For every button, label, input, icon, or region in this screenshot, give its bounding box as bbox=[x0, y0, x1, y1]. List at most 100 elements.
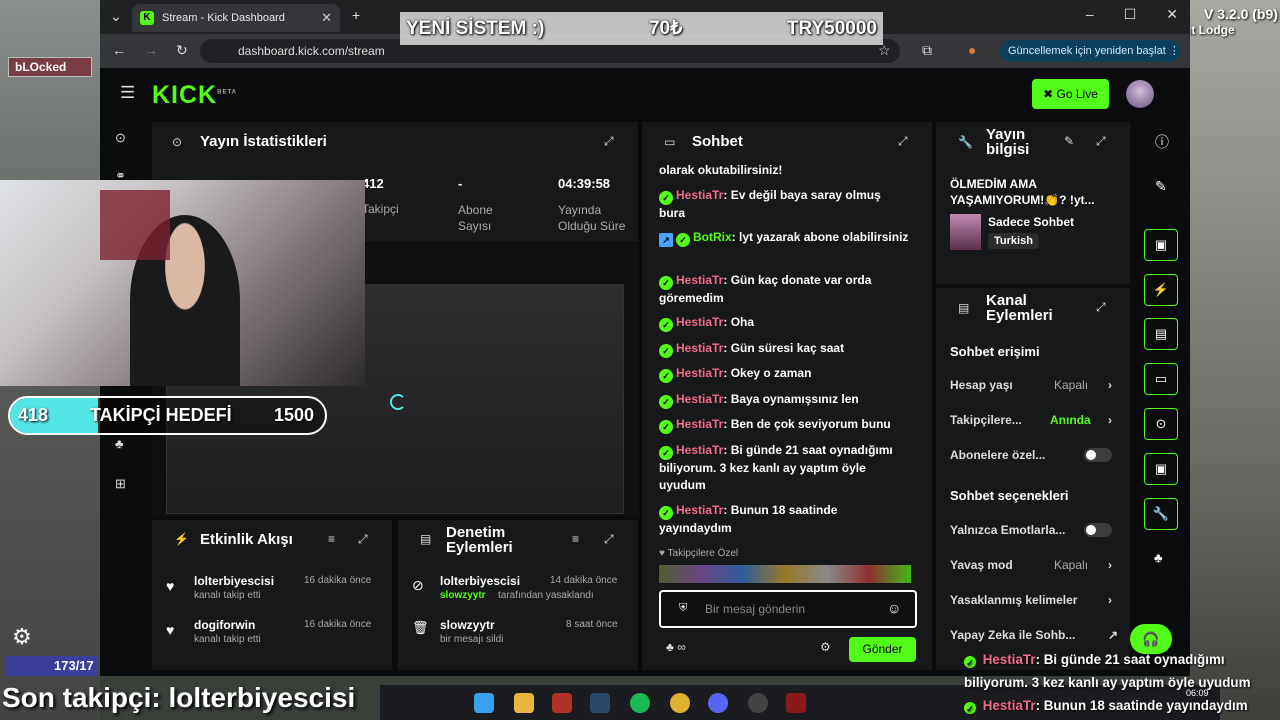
rail-bolt-button[interactable]: ⚡ bbox=[1144, 274, 1178, 306]
heart-icon: ♥ bbox=[166, 578, 175, 594]
menu-icon[interactable]: ☰ bbox=[120, 83, 135, 103]
chat-access-heading: Sohbet erişimi bbox=[950, 344, 1040, 359]
reload-icon[interactable]: ↻ bbox=[176, 42, 188, 59]
setting-row-banned-words[interactable]: Yasaklanmış kelimeler › bbox=[950, 593, 1115, 607]
setting-row-slow-mode[interactable]: Yavaş mod Kapalı › bbox=[950, 558, 1115, 572]
chat-input[interactable]: ⛨ Bir mesaj gönderin ☺ bbox=[659, 590, 917, 628]
extensions-icon[interactable]: ⧉ bbox=[922, 42, 932, 59]
close-tab-icon[interactable]: ✕ bbox=[321, 10, 332, 26]
chat-message: ↗ ✓ BotRix: lyt yazarak abone olabilirsini… bbox=[659, 229, 909, 247]
bottom-chat-overlay: ✓ HestiaTr: Bi günde 21 saat oynadığımı … bbox=[964, 648, 1270, 717]
info-icon[interactable]: ⓘ bbox=[1155, 132, 1169, 152]
rail-stats-button[interactable]: ⊙ bbox=[1144, 408, 1178, 440]
minimize-icon[interactable]: – bbox=[1086, 6, 1094, 23]
trash-icon: 🗑 bbox=[412, 620, 429, 635]
setting-row-account-age[interactable]: Hesap yaşı Kapalı › bbox=[950, 378, 1115, 392]
moderation-title: Denetim Eylemleri bbox=[446, 524, 513, 556]
stream-title-text: ÖLMEDİM AMA YAŞAMIYORUM!👏? !yt... bbox=[950, 177, 1095, 207]
close-window-icon[interactable]: ✕ bbox=[1166, 6, 1178, 23]
expand-activity-icon[interactable]: ⤢ bbox=[358, 532, 368, 547]
windows-start-icon[interactable] bbox=[474, 693, 494, 713]
rail-moderation-button[interactable]: ▤ bbox=[1144, 318, 1178, 350]
edit-info-icon[interactable]: ✎ bbox=[1064, 134, 1074, 148]
extension-fox-icon[interactable]: ● bbox=[968, 42, 976, 58]
setting-row-followers[interactable]: Takipçilere... Anında › bbox=[950, 413, 1115, 427]
goal-target: 1500 bbox=[274, 405, 315, 425]
maximize-icon[interactable]: ☐ bbox=[1124, 6, 1137, 23]
moderation-time: 14 dakika önce bbox=[550, 575, 618, 586]
send-button[interactable]: Gönder bbox=[849, 637, 916, 662]
stream-icon[interactable]: ⊙ bbox=[115, 130, 126, 146]
emote-strip[interactable] bbox=[659, 565, 911, 583]
loading-spinner-icon bbox=[390, 394, 406, 410]
ban-icon: ⊘ bbox=[412, 577, 424, 593]
update-button[interactable]: Güncellemek için yeniden başlat ⋮ bbox=[1000, 40, 1180, 62]
moderation-time: 8 saat önce bbox=[566, 619, 618, 630]
setting-row-ai-chat[interactable]: Yapay Zeka ile Sohb... ↗ bbox=[950, 628, 1118, 642]
emoji-icon[interactable]: ☺ bbox=[887, 600, 901, 616]
edit-icon[interactable]: ✎ bbox=[1155, 178, 1167, 195]
chrome-icon[interactable] bbox=[670, 693, 690, 713]
expand-stats-icon[interactable]: ⤢ bbox=[604, 134, 614, 149]
category-name[interactable]: Sadece Sohbet bbox=[988, 215, 1074, 229]
expand-chat-icon[interactable]: ⤢ bbox=[898, 134, 908, 149]
chat-message: ✓ HestiaTr: Okey o zaman bbox=[659, 365, 909, 383]
chat-settings-icon[interactable]: ⚙ bbox=[820, 640, 831, 654]
verified-badge-icon: ✓ bbox=[659, 344, 673, 358]
rail-stream-button[interactable]: ▣ bbox=[1144, 229, 1178, 261]
activity-filter-icon[interactable]: ≡ bbox=[328, 532, 335, 546]
subs-only-toggle[interactable] bbox=[1084, 448, 1112, 462]
tab-title: Stream - Kick Dashboard bbox=[162, 12, 285, 24]
app-red-icon[interactable] bbox=[786, 693, 806, 713]
donation-banner: YENİ SİSTEM :) 70₺ TRY50000 bbox=[400, 12, 883, 45]
activity-bolt-icon: ⚡ bbox=[174, 532, 189, 546]
user-avatar[interactable] bbox=[1126, 80, 1154, 108]
verified-badge-icon: ✓ bbox=[659, 446, 673, 460]
chat-title: Sohbet bbox=[692, 133, 743, 150]
forward-icon[interactable]: → bbox=[144, 42, 158, 58]
verified-badge-icon: ✓ bbox=[964, 702, 976, 714]
stream-info-title: Yayın bilgisi bbox=[986, 126, 1030, 158]
expand-moderation-icon[interactable]: ⤢ bbox=[604, 532, 614, 547]
verified-badge-icon: ✓ bbox=[676, 233, 690, 247]
verified-badge-icon: ✓ bbox=[659, 276, 673, 290]
discord-icon[interactable] bbox=[708, 693, 728, 713]
chat-message: ✓ HestiaTr: Ben de çok seviyorum bunu bbox=[659, 416, 909, 434]
go-live-button[interactable]: ✖ Go Live bbox=[1032, 79, 1109, 109]
new-tab-icon[interactable]: + bbox=[352, 7, 360, 23]
kick-favicon-icon: K bbox=[140, 11, 154, 25]
points-icon[interactable]: ♣ ∞ bbox=[666, 640, 686, 654]
expand-info-icon[interactable]: ⤢ bbox=[1096, 134, 1106, 149]
users-icon[interactable]: ♣ bbox=[115, 436, 124, 451]
spotify-icon[interactable] bbox=[630, 693, 650, 713]
rail-info-button[interactable]: 🔧 bbox=[1144, 498, 1178, 530]
overlay-chat-line: ✓ HestiaTr: Bunun 18 saatinde yayındaydı… bbox=[964, 694, 1270, 717]
back-icon[interactable]: ← bbox=[112, 42, 126, 58]
rail-actions-button[interactable]: ▣ bbox=[1144, 453, 1178, 485]
stats-icon: ⊙ bbox=[172, 135, 183, 149]
browser-tab[interactable]: K Stream - Kick Dashboard ✕ bbox=[132, 4, 340, 32]
file-explorer-icon[interactable] bbox=[514, 693, 534, 713]
verified-badge-icon: ✓ bbox=[659, 369, 673, 383]
viewer-bar: 173/17 bbox=[6, 656, 98, 676]
obs-icon[interactable] bbox=[748, 693, 768, 713]
activity-time: 16 dakika önce bbox=[304, 619, 372, 630]
heart-icon: ♥ bbox=[166, 622, 175, 638]
moderation-user: lolterbiyescisi bbox=[440, 574, 521, 588]
chat-message-partial: olarak okutabilirsiniz! bbox=[659, 163, 783, 177]
rail-users-icon[interactable]: ♣ bbox=[1154, 550, 1163, 565]
gift-icon[interactable]: ⊞ bbox=[115, 476, 126, 492]
chat-options-heading: Sohbet seçenekleri bbox=[950, 488, 1069, 503]
kick-logo[interactable]: KICKBETA bbox=[152, 81, 237, 110]
emote-only-toggle[interactable] bbox=[1084, 523, 1112, 537]
rail-chat-button[interactable]: ▭ bbox=[1144, 363, 1178, 395]
app-icon[interactable] bbox=[552, 693, 572, 713]
tab-search-icon[interactable]: ⌄ bbox=[110, 8, 122, 25]
chat-message: ✓ HestiaTr: Baya oynamışsınız len bbox=[659, 391, 909, 409]
moderation-filter-icon[interactable]: ≡ bbox=[572, 532, 579, 546]
expand-actions-icon[interactable]: ⤢ bbox=[1096, 300, 1106, 315]
steam-icon[interactable] bbox=[590, 693, 610, 713]
activity-action: kanalı takip etti bbox=[194, 590, 261, 601]
follower-goal-bar: 418 TAKİPÇİ HEDEFİ 1500 bbox=[8, 396, 327, 435]
verified-badge-icon: ✓ bbox=[964, 656, 976, 668]
